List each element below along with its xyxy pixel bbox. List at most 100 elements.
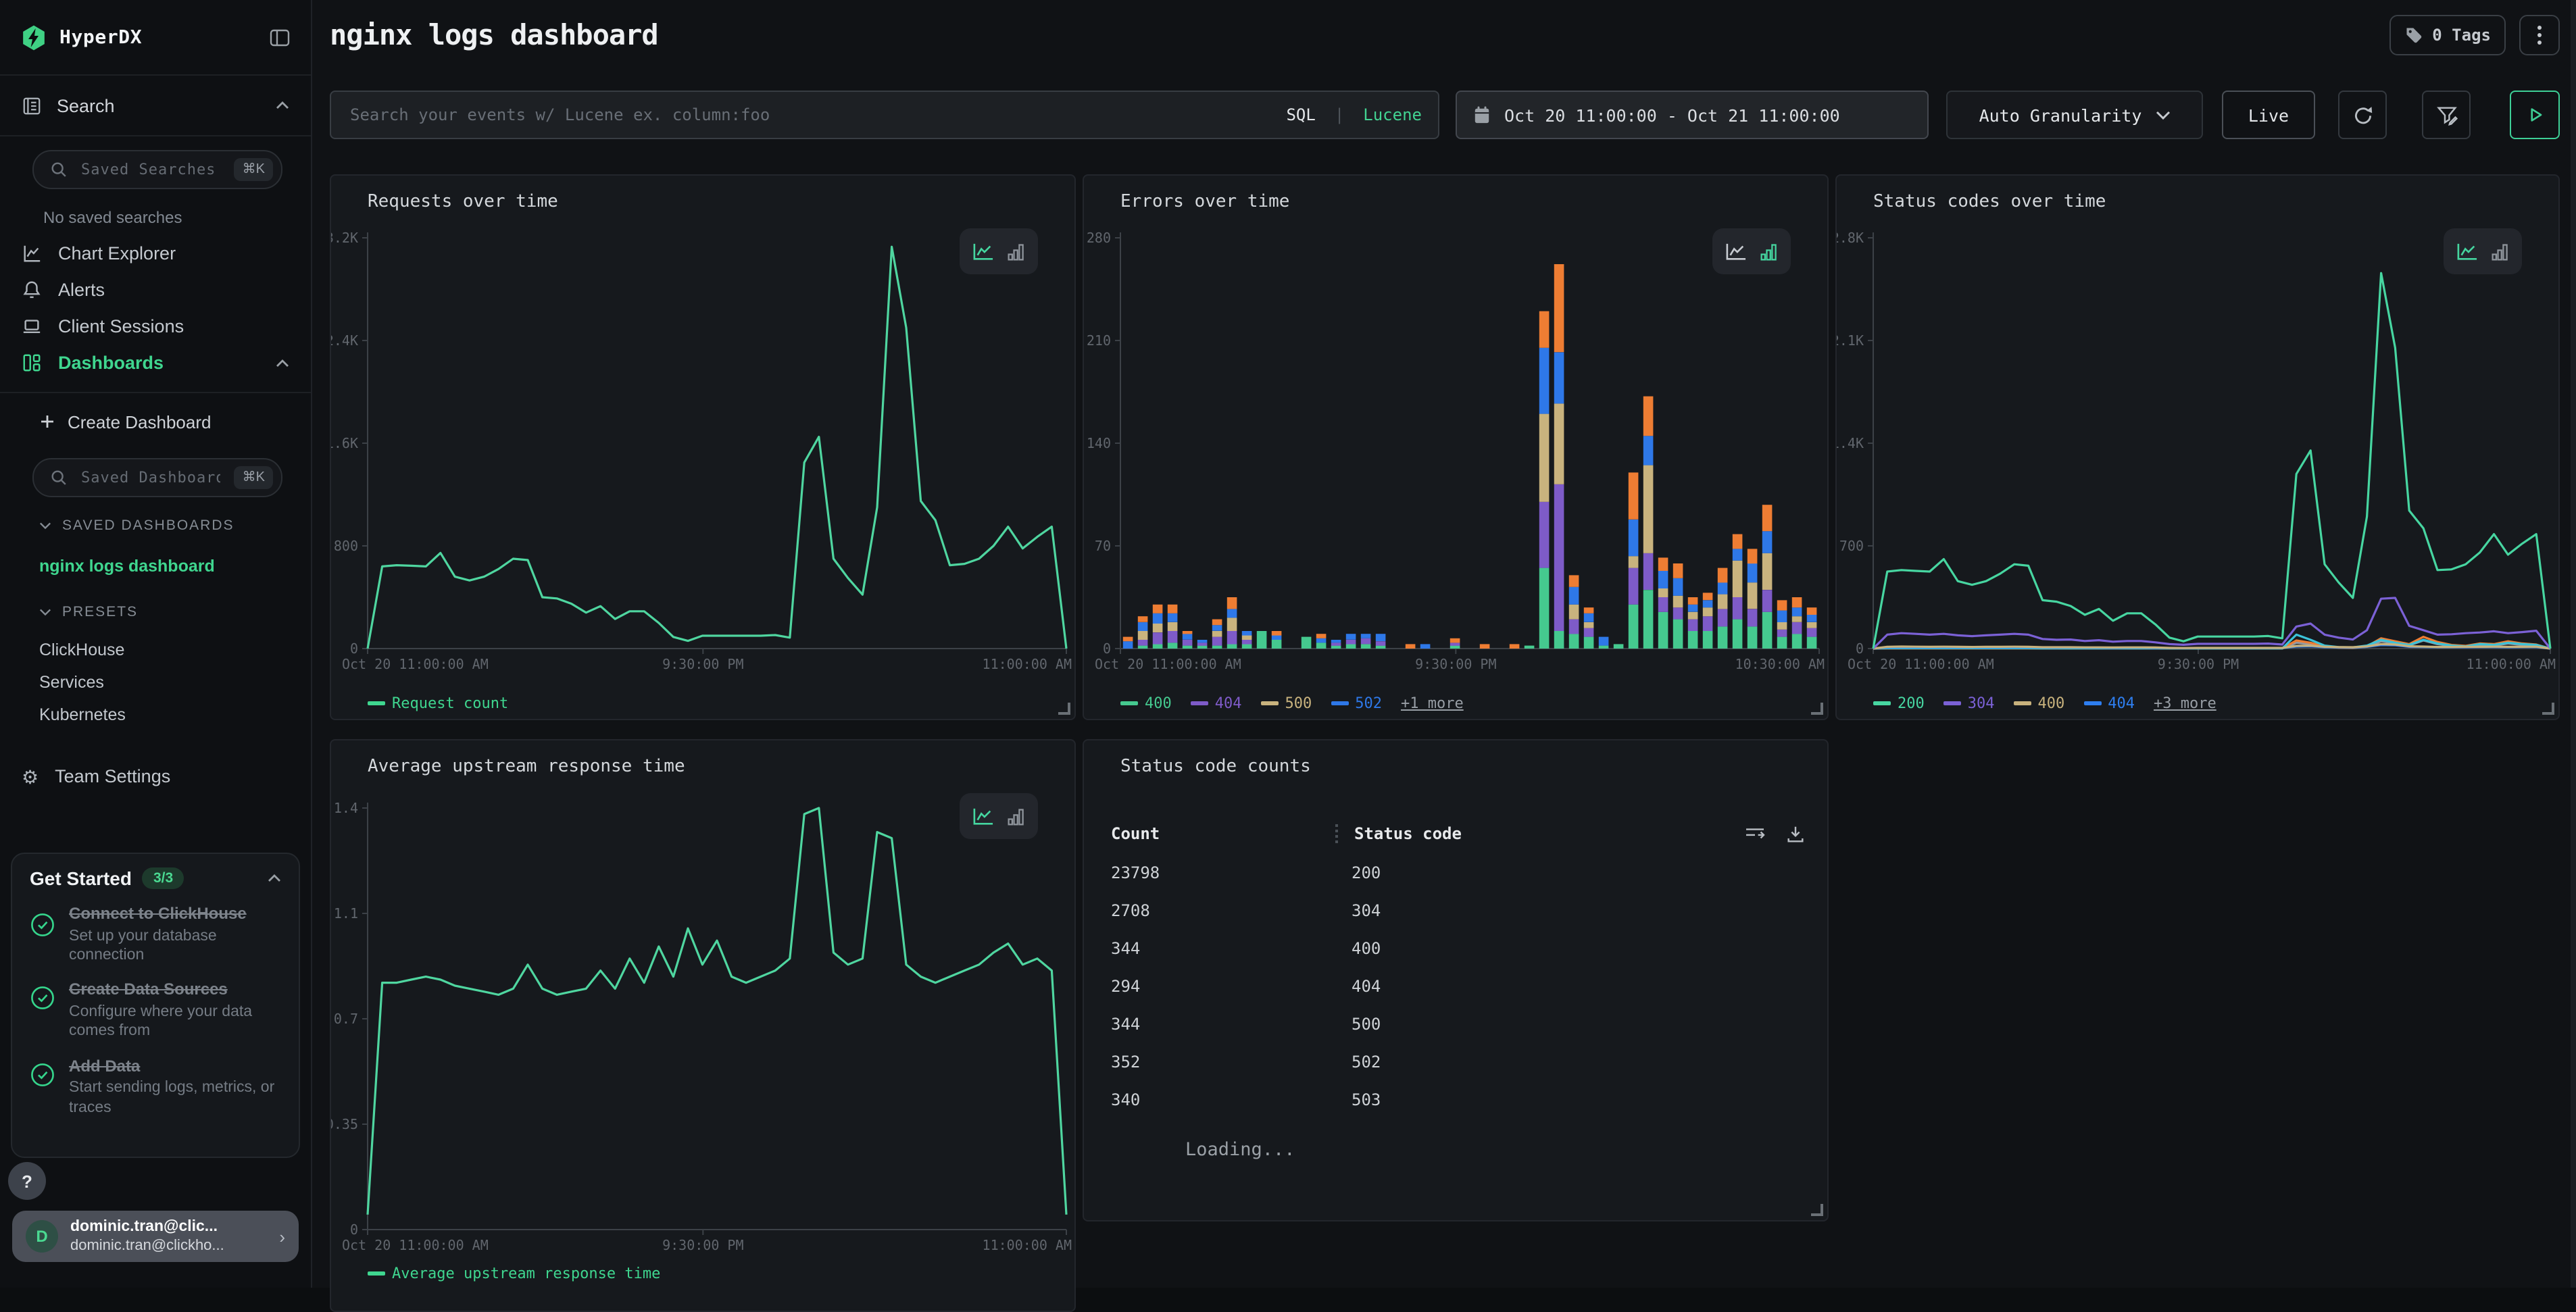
status-code-counts-card: Status code counts Count Status code 237… (1083, 739, 1829, 1221)
sidebar-item-nginx-logs-dashboard[interactable]: nginx logs dashboard (0, 549, 311, 584)
chart-legend: Average upstream response time (368, 1265, 660, 1282)
table-row[interactable]: 344500 (1111, 1005, 1806, 1043)
get-started-step[interactable]: Connect to ClickHouse Set up your databa… (30, 904, 281, 965)
create-dashboard-button[interactable]: Create Dashboard (0, 404, 311, 439)
svg-text:2.4K: 2.4K (331, 332, 358, 349)
chart-title: Average upstream response time (368, 757, 685, 777)
resize-handle[interactable] (2542, 703, 2554, 715)
legend-more-link[interactable]: +3 more (2154, 695, 2216, 712)
chevron-down-icon (39, 608, 51, 616)
table-row[interactable]: 352502 (1111, 1043, 1806, 1081)
granularity-select[interactable]: Auto Granularity (1946, 91, 2203, 139)
table-row[interactable]: 2708304 (1111, 892, 1806, 930)
svg-text:0: 0 (1103, 640, 1111, 657)
get-started-card: Get Started 3/3 Connect to ClickHouse Se… (11, 853, 300, 1158)
tags-button[interactable]: 0 Tags (2389, 15, 2506, 55)
chevron-down-icon (2155, 110, 2170, 120)
autofit-columns-icon[interactable] (1743, 825, 1766, 842)
saved-searches-search[interactable]: ⌘K (32, 150, 282, 189)
column-header-status-code[interactable]: Status code (1354, 824, 1462, 843)
svg-text:0: 0 (350, 1221, 358, 1238)
get-started-step[interactable]: Add Data Start sending logs, metrics, or… (30, 1056, 281, 1117)
get-started-progress-badge: 3/3 (143, 867, 184, 889)
svg-text:1.1: 1.1 (334, 905, 358, 922)
sidebar-item-chart-explorer[interactable]: Chart Explorer (0, 235, 311, 272)
legend-item[interactable]: 502 (1331, 695, 1382, 712)
check-circle-icon (30, 986, 55, 1042)
chevron-up-icon[interactable] (268, 874, 281, 882)
shortcut-badge: ⌘K (234, 466, 273, 489)
sidebar-item-clickhouse[interactable]: ClickHouse (0, 634, 311, 666)
sidebar: HyperDX Search ⌘K No saved searches (0, 0, 312, 1288)
divider (0, 392, 311, 393)
status-codes-chart[interactable]: 07001.4K2.1K2.8KOct 20 11:00:00 AM9:30:0… (1837, 230, 2558, 676)
table-row[interactable]: 294404 (1111, 967, 1806, 1005)
svg-text:0.7: 0.7 (334, 1011, 358, 1027)
sidebar-item-client-sessions[interactable]: Client Sessions (0, 308, 311, 345)
saved-dashboards-input[interactable] (78, 468, 224, 488)
legend-item[interactable]: 500 (1261, 695, 1312, 712)
preset-label: Services (39, 673, 104, 692)
svg-text:9:30:00 PM: 9:30:00 PM (2158, 656, 2239, 672)
saved-searches-input[interactable] (78, 159, 224, 180)
loading-text: Loading... (1185, 1139, 1295, 1161)
user-menu[interactable]: D dominic.tran@clic... dominic.tran@clic… (12, 1211, 299, 1262)
sidebar-item-services[interactable]: Services (0, 666, 311, 699)
column-header-count[interactable]: Count (1111, 824, 1335, 843)
svg-text:0: 0 (1856, 640, 1864, 657)
lucene-toggle[interactable]: Lucene (1363, 105, 1422, 124)
resize-handle[interactable] (1811, 1204, 1823, 1216)
live-label: Live (2248, 105, 2289, 125)
live-button[interactable]: Live (2222, 91, 2315, 139)
legend-item[interactable]: Request count (368, 695, 508, 712)
refresh-button[interactable] (2338, 91, 2387, 139)
run-query-button[interactable] (2510, 91, 2560, 139)
help-icon: ? (22, 1171, 32, 1191)
dashboard-menu-button[interactable] (2519, 15, 2560, 55)
resize-handle[interactable] (1811, 703, 1823, 715)
legend-item[interactable]: 404 (1191, 695, 1242, 712)
search-icon (50, 469, 68, 486)
legend-item[interactable]: 200 (1873, 695, 1925, 712)
scrollbar[interactable] (2571, 0, 2576, 1288)
sidebar-item-kubernetes[interactable]: Kubernetes (0, 699, 311, 731)
legend-item[interactable]: 304 (1943, 695, 1995, 712)
svg-text:Oct 20 11:00:00 AM: Oct 20 11:00:00 AM (1095, 656, 1241, 672)
legend-item[interactable]: 400 (1120, 695, 1172, 712)
avg-upstream-response-card: Average upstream response time 00.350.71… (330, 739, 1076, 1312)
kebab-icon (2537, 24, 2542, 46)
status-codes-over-time-card: Status codes over time 07001.4K2.1K2.8KO… (1835, 174, 2560, 720)
shortcut-badge: ⌘K (234, 158, 273, 181)
svg-text:2.8K: 2.8K (1837, 230, 1864, 246)
table-row[interactable]: 23798200 (1111, 854, 1806, 892)
legend-item[interactable]: 404 (2083, 695, 2135, 712)
check-circle-icon (30, 912, 55, 965)
legend-item[interactable]: Average upstream response time (368, 1265, 660, 1282)
event-search-input[interactable] (347, 104, 1275, 126)
table-row[interactable]: 344400 (1111, 930, 1806, 967)
table-row[interactable]: 340503 (1111, 1081, 1806, 1119)
requests-chart[interactable]: 08001.6K2.4K3.2KOct 20 11:00:00 AM9:30:0… (331, 230, 1074, 676)
download-icon[interactable] (1785, 824, 1806, 844)
legend-more-link[interactable]: +1 more (1401, 695, 1464, 712)
get-started-step[interactable]: Create Data Sources Configure where your… (30, 980, 281, 1042)
sidebar-item-dashboards[interactable]: Dashboards (0, 345, 311, 381)
sidebar-collapse-icon[interactable] (269, 26, 291, 48)
date-range-picker[interactable]: Oct 20 11:00:00 - Oct 21 11:00:00 (1456, 91, 1929, 139)
filter-button[interactable] (2422, 91, 2471, 139)
avg-upstream-chart[interactable]: 00.350.71.11.4Oct 20 11:00:00 AM9:30:00 … (331, 794, 1074, 1257)
legend-item[interactable]: 400 (2014, 695, 2065, 712)
column-resize-handle[interactable] (1335, 824, 1341, 843)
sidebar-item-team-settings[interactable]: ⚙ Team Settings (0, 758, 311, 794)
saved-dashboards-group-header[interactable]: SAVED DASHBOARDS (0, 513, 311, 538)
sidebar-item-alerts[interactable]: Alerts (0, 272, 311, 308)
sql-toggle[interactable]: SQL (1286, 105, 1315, 124)
chevron-up-icon (276, 101, 289, 109)
saved-dashboards-search[interactable]: ⌘K (32, 458, 282, 497)
resize-handle[interactable] (1058, 703, 1070, 715)
help-button[interactable]: ? (8, 1162, 46, 1200)
presets-group-header[interactable]: PRESETS (0, 600, 311, 624)
errors-chart[interactable]: 070140210280Oct 20 11:00:00 AM9:30:00 PM… (1084, 230, 1827, 676)
sidebar-item-search[interactable]: Search (0, 76, 311, 135)
event-search-bar[interactable]: SQL | Lucene (330, 91, 1439, 139)
